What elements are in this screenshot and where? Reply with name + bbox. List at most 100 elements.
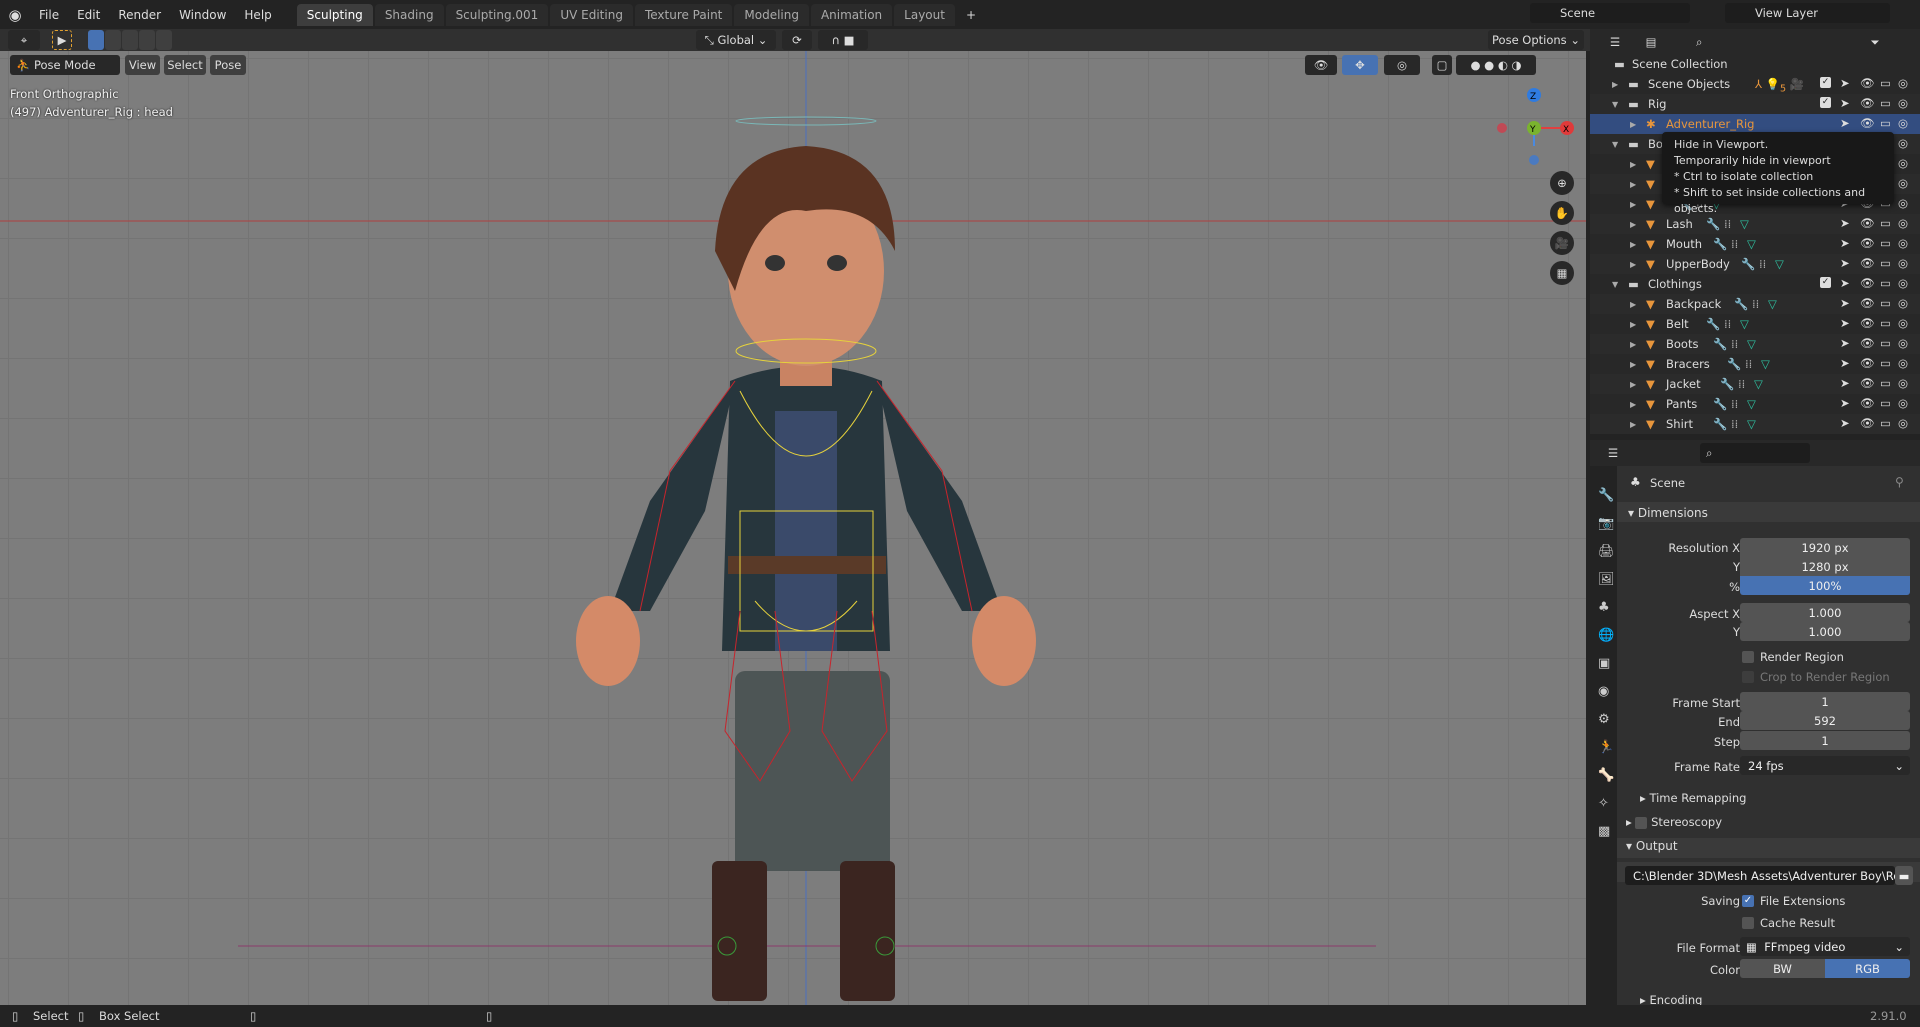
frame-rate-dropdown[interactable]: 24 fps ⌄ [1740,756,1910,775]
collapse-arrow-icon[interactable]: ▼ [1612,280,1618,289]
zoom-icon[interactable]: ⊕ [1550,171,1574,195]
expand-arrow-icon[interactable]: ▶ [1612,80,1618,89]
camera-view-icon[interactable]: 🎥 [1550,231,1574,255]
monitor-icon[interactable]: ▭ [1880,76,1891,90]
expand-arrow-icon[interactable]: ▶ [1630,240,1636,249]
mesh-data-icon[interactable]: ▽ [1740,217,1749,231]
aspect-x-field[interactable]: 1.000 [1740,603,1910,622]
eye-icon[interactable]: 👁 [1860,356,1875,370]
monitor-icon[interactable]: ▭ [1880,216,1891,230]
selectable-arrow-icon[interactable]: ➤ [1840,76,1850,90]
menu-edit[interactable]: Edit [68,8,109,22]
outliner-row[interactable]: ▼ ▬ Clothings ✓ ➤ 👁 ▭ ◎ [1590,274,1920,294]
expand-arrow-icon[interactable]: ▶ [1630,320,1636,329]
modifier-wrench-icon[interactable]: 🔧 [1720,377,1734,391]
select-tool-icon[interactable]: ▶ [52,30,72,50]
outliner-item-name[interactable]: UpperBody [1666,257,1730,271]
properties-editor-type[interactable]: ☰ [1598,443,1628,463]
cache-result-checkbox[interactable] [1742,917,1754,929]
snap-toggle[interactable]: ∩ ■ [818,30,868,50]
view-layer-selector[interactable]: View Layer [1725,3,1890,23]
tab-layout[interactable]: Layout [894,3,955,26]
tab-uv-editing[interactable]: UV Editing [550,3,633,26]
mesh-data-icon[interactable]: ▽ [1754,377,1763,391]
outliner-item-name[interactable]: Backpack [1666,297,1721,311]
pose-options-dropdown[interactable]: Pose Options ⌄ [1488,30,1584,50]
color-rgb-button[interactable]: RGB [1825,959,1910,978]
properties-search-input[interactable]: ⌕ [1700,443,1810,463]
selectable-arrow-icon[interactable]: ➤ [1840,276,1850,290]
select-mode-new-icon[interactable] [88,30,104,50]
selectable-arrow-icon[interactable]: ➤ [1840,356,1850,370]
mesh-data-icon[interactable]: ▽ [1761,357,1770,371]
outliner-row[interactable]: ▶ ▼ Belt 🔧 ⁞⁞ ▽ ➤ 👁 ▭ ◎ [1590,314,1920,334]
selectable-arrow-icon[interactable]: ➤ [1840,376,1850,390]
gizmo-toggle[interactable]: ✥ [1342,55,1378,75]
outliner-row[interactable]: ▶ ▼ Backpack 🔧 ⁞⁞ ▽ ➤ 👁 ▭ ◎ [1590,294,1920,314]
selectable-arrow-icon[interactable]: ➤ [1840,216,1850,230]
eye-icon[interactable]: 👁 [1860,76,1875,90]
resolution-percent-slider[interactable]: 100% [1740,576,1910,595]
output-title[interactable]: ▾ Output [1626,839,1678,853]
modifier-wrench-icon[interactable]: 🔧 [1713,397,1727,411]
tab-animation[interactable]: Animation [810,3,893,26]
eye-icon[interactable]: 👁 [1860,396,1875,410]
resolution-x-field[interactable]: 1920 px [1740,538,1910,557]
outliner-editor-type[interactable]: ☰ [1600,32,1630,52]
property-tab-icons[interactable]: 🔧 📷 🖨 🖼 ♣ 🌐 ▣ ◉ ⚙ 🏃 🦴 ✧ ▩ [1598,482,1615,846]
eye-icon[interactable]: 👁 [1860,256,1875,270]
aspect-y-field[interactable]: 1.000 [1740,622,1910,641]
menu-select[interactable]: Select [164,55,206,75]
mode-dropdown[interactable]: ⛹ Pose Mode [10,55,120,75]
menu-window[interactable]: Window [170,8,235,22]
camera-render-icon[interactable]: ◎ [1898,416,1908,430]
editor-type-button[interactable]: ⌖ [8,30,40,50]
monitor-icon[interactable]: ▭ [1880,336,1891,350]
3d-viewport[interactable]: Z X Y ⛹ Pose Mode View Select Pose Front… [0,51,1586,1005]
camera-render-icon[interactable]: ◎ [1898,116,1908,130]
monitor-icon[interactable]: ▭ [1880,376,1891,390]
transform-orientation-dropdown[interactable]: ⤡ Global ⌄ [696,30,776,50]
expand-arrow-icon[interactable]: ▶ [1630,300,1636,309]
expand-arrow-icon[interactable]: ▶ [1630,380,1636,389]
camera-render-icon[interactable]: ◎ [1898,216,1908,230]
mesh-data-icon[interactable]: ▽ [1775,257,1784,271]
mesh-data-icon[interactable]: ▽ [1768,297,1777,311]
time-remapping-subpanel[interactable]: ▸ Time Remapping [1640,791,1746,805]
selectable-arrow-icon[interactable]: ➤ [1840,396,1850,410]
eye-icon[interactable]: 👁 [1860,296,1875,310]
outliner-row[interactable]: ▶ ✱ Adventurer_Rig ➤ 👁 ▭ ◎ [1590,114,1920,134]
expand-arrow-icon[interactable]: ▶ [1630,420,1636,429]
outliner-row[interactable]: ▶ ▼ Shirt 🔧 ⁞⁞ ▽ ➤ 👁 ▭ ◎ [1590,414,1920,434]
outliner-row[interactable]: ▶ ▼ Mouth 🔧 ⁞⁞ ▽ ➤ 👁 ▭ ◎ [1590,234,1920,254]
outliner-item-name[interactable]: Adventurer_Rig [1666,117,1754,131]
camera-render-icon[interactable]: ◎ [1898,396,1908,410]
output-path-input[interactable]: C:\Blender 3D\Mesh Assets\Adventurer Boy… [1625,866,1895,885]
camera-render-icon[interactable]: ◎ [1898,76,1908,90]
outliner-item-name[interactable]: Scene Objects [1648,77,1730,91]
outliner-item-name[interactable]: Shirt [1666,417,1693,431]
add-workspace-button[interactable]: + [957,8,985,22]
dimensions-title[interactable]: ▾ Dimensions [1628,506,1708,520]
crop-checkbox[interactable] [1742,671,1754,683]
outliner-row[interactable]: ▶ ▼ Jacket 🔧 ⁞⁞ ▽ ➤ 👁 ▭ ◎ [1590,374,1920,394]
collapse-arrow-icon[interactable]: ▼ [1612,140,1618,149]
monitor-icon[interactable]: ▭ [1880,256,1891,270]
camera-render-icon[interactable]: ◎ [1898,196,1908,210]
pin-icon[interactable]: ⚲ [1895,475,1904,489]
overlay-toggle[interactable]: ◎ [1384,55,1420,75]
resolution-y-field[interactable]: 1280 px [1740,557,1910,576]
outliner-search-input[interactable]: ⌕ [1690,32,1805,52]
collapse-arrow-icon[interactable]: ▼ [1612,100,1618,109]
outliner-item-name[interactable]: Jacket [1666,377,1701,391]
modifier-wrench-icon[interactable]: 🔧 [1706,317,1720,331]
expand-arrow-icon[interactable]: ▶ [1630,200,1636,209]
menu-file[interactable]: File [30,8,68,22]
folder-icon[interactable]: ▬ [1895,866,1913,885]
expand-arrow-icon[interactable]: ▶ [1630,160,1636,169]
exclude-checkbox[interactable]: ✓ [1820,277,1831,288]
camera-render-icon[interactable]: ◎ [1898,376,1908,390]
selectable-arrow-icon[interactable]: ➤ [1840,316,1850,330]
outliner-row[interactable]: ▶ ▼ Bracers 🔧 ⁞⁞ ▽ ➤ 👁 ▭ ◎ [1590,354,1920,374]
outliner-row[interactable]: ▶ ▬ Scene Objects ⅄ 💡5 🎥 ✓ ➤ 👁 ▭ ◎ [1590,74,1920,94]
